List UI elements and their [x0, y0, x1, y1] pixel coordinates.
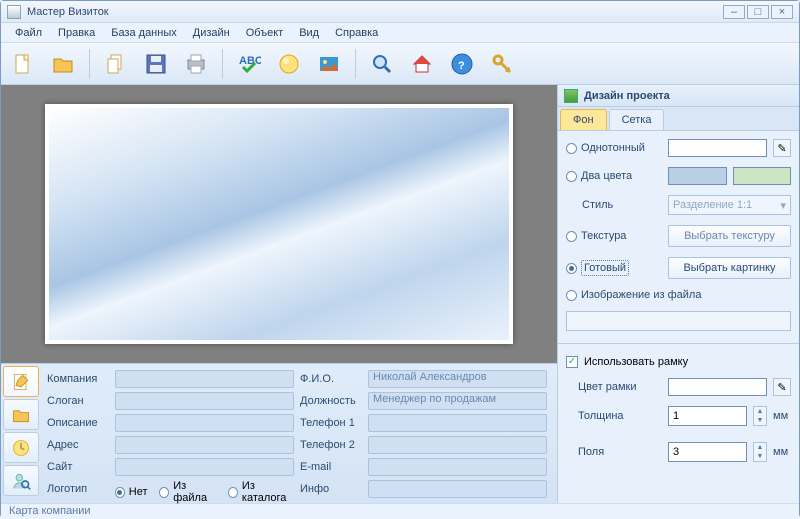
window-title: Мастер Визиток [27, 6, 109, 18]
label-address: Адрес [47, 436, 109, 454]
thickness-spinner[interactable]: ▲▼ [753, 406, 767, 426]
label-phone1: Телефон 1 [300, 414, 362, 432]
label-company: Компания [47, 370, 109, 388]
filepath-input[interactable] [566, 311, 791, 331]
radio-logo-catalog[interactable] [228, 487, 238, 498]
label-position: Должность [300, 392, 362, 410]
menu-object[interactable]: Объект [238, 25, 291, 41]
menu-help[interactable]: Справка [327, 25, 386, 41]
status-bar: Карта компании [1, 503, 799, 519]
label-slogan: Слоган [47, 392, 109, 410]
sidetab-edit[interactable] [3, 366, 39, 397]
label-email: E-mail [300, 458, 362, 476]
solid-color-swatch[interactable] [668, 139, 767, 157]
radio-twocolor[interactable] [566, 171, 577, 182]
close-button[interactable]: × [771, 5, 793, 19]
radio-texture[interactable] [566, 231, 577, 242]
sidetab-clock[interactable] [3, 432, 39, 463]
label-logo: Логотип [47, 480, 109, 504]
label-use-frame: Использовать рамку [584, 356, 688, 368]
design-icon [564, 89, 578, 103]
choose-image-button[interactable]: Выбрать картинку [668, 257, 791, 279]
radio-logo-none[interactable] [115, 487, 125, 498]
input-email[interactable] [368, 458, 547, 476]
menu-design[interactable]: Дизайн [185, 25, 238, 41]
color2-swatch[interactable] [733, 167, 792, 185]
key-button[interactable] [486, 48, 518, 80]
radio-ready[interactable] [566, 263, 577, 274]
menu-edit[interactable]: Правка [50, 25, 103, 41]
input-fio[interactable]: Николай Александров [368, 370, 547, 388]
input-info[interactable] [368, 480, 547, 498]
svg-text:?: ? [458, 60, 465, 72]
image-button[interactable] [313, 48, 345, 80]
copy-button[interactable] [100, 48, 132, 80]
fields-panel: Компания Ф.И.О. Николай Александров Слог… [1, 363, 557, 503]
toolbar: ABC ? [1, 43, 799, 85]
radio-fromfile[interactable] [566, 290, 577, 301]
home-button[interactable] [406, 48, 438, 80]
maximize-button[interactable]: □ [747, 5, 769, 19]
minimize-button[interactable]: – [723, 5, 745, 19]
menubar: Файл Правка База данных Дизайн Объект Ви… [1, 23, 799, 43]
logo-options: Нет Из файла Из каталога [115, 480, 294, 504]
label-fio: Ф.И.О. [300, 370, 362, 388]
right-panel: Дизайн проекта Фон Сетка Однотонный ✎ Дв… [557, 85, 799, 503]
tab-grid[interactable]: Сетка [609, 109, 665, 130]
sidetab-person[interactable] [3, 465, 39, 496]
input-company[interactable] [115, 370, 294, 388]
menu-file[interactable]: Файл [7, 25, 50, 41]
right-panel-header: Дизайн проекта [558, 85, 799, 107]
input-phone1[interactable] [368, 414, 547, 432]
label-site: Сайт [47, 458, 109, 476]
tab-background[interactable]: Фон [560, 109, 607, 130]
color1-swatch[interactable] [668, 167, 727, 185]
label-desc: Описание [47, 414, 109, 432]
svg-text:ABC: ABC [239, 55, 261, 67]
sidetab-folder[interactable] [3, 399, 39, 430]
open-button[interactable] [47, 48, 79, 80]
save-button[interactable] [140, 48, 172, 80]
input-position[interactable]: Менеджер по продажам [368, 392, 547, 410]
label-phone2: Телефон 2 [300, 436, 362, 454]
input-slogan[interactable] [115, 392, 294, 410]
choose-texture-button[interactable]: Выбрать текстуру [668, 225, 791, 247]
card-preview[interactable] [45, 104, 513, 344]
margins-spinner[interactable]: ▲▼ [753, 442, 767, 462]
frame-color-swatch[interactable] [668, 378, 767, 396]
print-button[interactable] [180, 48, 212, 80]
zoom-button[interactable] [366, 48, 398, 80]
style-combo[interactable]: Разделение 1:1▾ [668, 195, 791, 215]
sphere-button[interactable] [273, 48, 305, 80]
menu-view[interactable]: Вид [291, 25, 327, 41]
new-button[interactable] [7, 48, 39, 80]
app-icon [7, 5, 21, 19]
solid-picker-button[interactable]: ✎ [773, 139, 791, 157]
spellcheck-button[interactable]: ABC [233, 48, 265, 80]
help-button[interactable]: ? [446, 48, 478, 80]
input-phone2[interactable] [368, 436, 547, 454]
input-desc[interactable] [115, 414, 294, 432]
input-site[interactable] [115, 458, 294, 476]
margins-input[interactable]: 3 [668, 442, 747, 462]
frame-picker-button[interactable]: ✎ [773, 378, 791, 396]
menu-database[interactable]: База данных [103, 25, 185, 41]
radio-solid[interactable] [566, 143, 577, 154]
canvas-area[interactable] [1, 85, 557, 363]
thickness-input[interactable]: 1 [668, 406, 747, 426]
radio-logo-file[interactable] [159, 487, 169, 498]
label-info: Инфо [300, 480, 362, 504]
input-address[interactable] [115, 436, 294, 454]
titlebar: Мастер Визиток – □ × [1, 1, 799, 23]
checkbox-frame[interactable]: ✓ [566, 356, 578, 368]
